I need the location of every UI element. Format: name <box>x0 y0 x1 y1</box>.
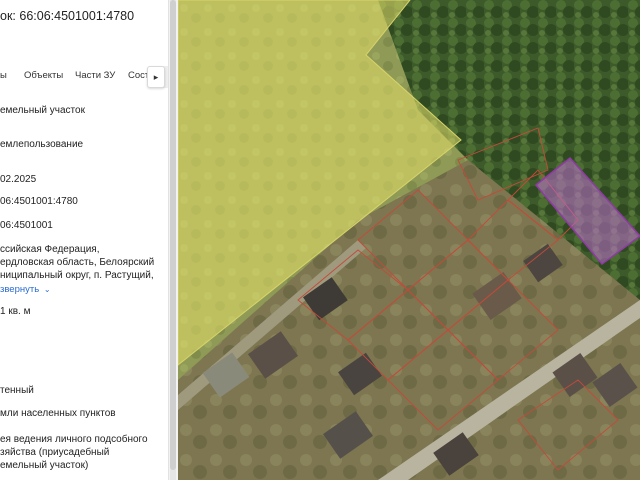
field-line: ниципальный округ, п. Растущий, <box>0 270 154 281</box>
info-panel: ок: 66:06:4501001:4780 ы Объекты Части З… <box>0 0 168 480</box>
field-cadastral-number: 06:4501001:4780 <box>0 195 78 208</box>
field-line: ссийская Федерация, <box>0 244 100 255</box>
field-line: ердловская область, Белоярский <box>0 257 155 268</box>
field-line: емлепользование <box>0 139 84 150</box>
field-object-type: емельный участок <box>0 104 85 117</box>
field-line: 02.2025 <box>0 174 37 185</box>
field-line: емельный участок <box>0 105 85 116</box>
map-canvas[interactable] <box>178 0 640 480</box>
field-status: тенный <box>0 384 34 397</box>
field-date: 02.2025 <box>0 173 36 186</box>
panel-scrollbar-thumb[interactable] <box>170 0 176 470</box>
collapse-label: звернуть <box>0 284 40 295</box>
collapse-address-link[interactable]: звернуть ⌄ <box>0 284 51 295</box>
tab-info[interactable]: ы <box>0 70 7 81</box>
field-permitted-use: ея ведения личного подсобного зяйства (п… <box>0 433 148 472</box>
field-cadastral-quarter: 06:4501001 <box>0 219 53 232</box>
chevron-right-icon: ▸ <box>153 72 159 82</box>
tabs-scroll-right-button[interactable]: ▸ <box>147 66 165 88</box>
tab-objects[interactable]: Объекты <box>24 70 63 81</box>
field-line: зяйства (приусадебный <box>0 447 110 458</box>
tab-parts[interactable]: Части ЗУ <box>75 70 115 81</box>
field-area: 1 кв. м <box>0 305 30 318</box>
field-address: ссийская Федерация, ердловская область, … <box>0 243 154 282</box>
chevron-down-icon: ⌄ <box>43 285 51 294</box>
satellite-map[interactable] <box>178 0 640 480</box>
field-line: мли населенных пунктов <box>0 408 116 419</box>
field-subtype: емлепользование <box>0 138 83 151</box>
field-line: 06:4501001 <box>0 220 53 231</box>
field-land-category: мли населенных пунктов <box>0 407 116 420</box>
field-line: 06:4501001:4780 <box>0 196 78 207</box>
field-line: 1 кв. м <box>0 306 31 317</box>
tab-bar: ы Объекты Части ЗУ Сост <box>0 70 168 84</box>
field-line: ея ведения личного подсобного <box>0 434 148 445</box>
parcel-title: ок: 66:06:4501001:4780 <box>0 9 135 23</box>
field-line: емельный участок) <box>0 460 89 471</box>
field-line: тенный <box>0 385 34 396</box>
